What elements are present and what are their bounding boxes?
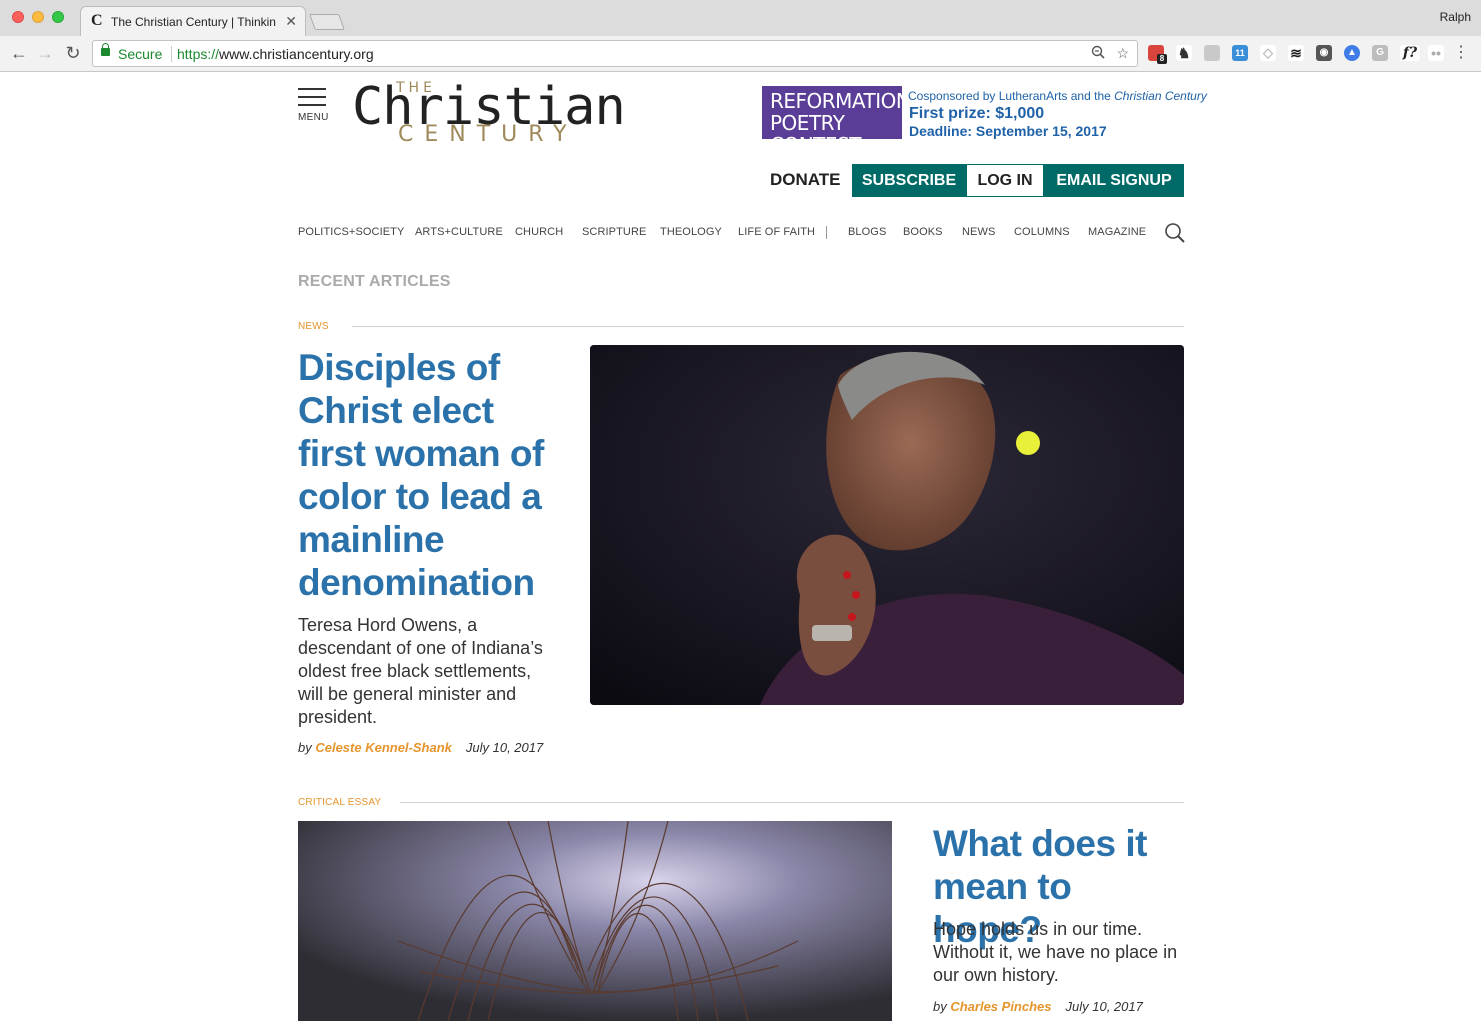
section-rule	[352, 326, 1184, 327]
nav-church[interactable]: CHURCH	[515, 226, 563, 238]
nav-arts-culture[interactable]: ARTS+CULTURE	[415, 226, 503, 238]
donate-link[interactable]: DONATE	[770, 170, 841, 190]
author-link[interactable]: Celeste Kennel-Shank	[315, 740, 452, 755]
reload-icon[interactable]: ↻	[62, 42, 84, 64]
site-favicon-icon: C	[91, 12, 103, 29]
poetry-contest-ad[interactable]: REFORMATION POETRY CONTEST Cosponsored b…	[762, 85, 1207, 156]
article-headline[interactable]: Disciples of Christ elect first woman of…	[298, 346, 560, 604]
close-window-button[interactable]	[12, 11, 24, 23]
hamburger-icon	[298, 88, 330, 106]
nav-divider	[826, 226, 827, 239]
nav-books[interactable]: BOOKS	[903, 226, 943, 238]
site-logo[interactable]: Christian THE CENTURY	[352, 78, 626, 150]
ad-prize: First prize: $1,000	[909, 105, 1045, 122]
nav-scripture[interactable]: SCRIPTURE	[582, 226, 646, 238]
calendar-extension-icon[interactable]: 11	[1232, 45, 1248, 61]
article-date: July 10, 2017	[465, 740, 544, 755]
author-link[interactable]: Charles Pinches	[950, 999, 1051, 1014]
url-text[interactable]: https://www.christiancentury.org	[177, 46, 374, 62]
ad-title-line1: REFORMATION	[770, 89, 911, 113]
back-arrow-icon[interactable]: ←	[8, 42, 30, 64]
login-button[interactable]: LOG IN	[966, 164, 1044, 197]
shield-extension-icon[interactable]: ◉	[1316, 45, 1332, 61]
forward-arrow-icon[interactable]: →	[34, 42, 56, 64]
profile-name[interactable]: Ralph	[1440, 10, 1471, 24]
minimize-window-button[interactable]	[32, 11, 44, 23]
ad-title-line2: POETRY CONTEST	[770, 111, 861, 157]
article-byline: by Charles Pinches July 10, 2017	[933, 999, 1143, 1014]
ad-cosponsor-pub: Christian Century	[1114, 89, 1207, 103]
maximize-window-button[interactable]	[52, 11, 64, 23]
evernote-extension-icon[interactable]: ♞	[1176, 45, 1192, 61]
tab-strip: C The Christian Century | Thinkin ✕ Ralp…	[0, 0, 1481, 36]
divider	[171, 46, 172, 62]
byline-prefix: by	[298, 740, 316, 755]
browser-toolbar: ← → ↻ Secure https://www.christiancentur…	[0, 36, 1481, 72]
url-scheme: https://	[177, 46, 220, 62]
tab-title: The Christian Century | Thinkin	[111, 15, 276, 29]
byline-prefix: by	[933, 999, 951, 1014]
url-host: www.christiancentury.org	[219, 46, 374, 62]
zoom-icon[interactable]	[1091, 45, 1105, 62]
menu-button[interactable]: MENU	[298, 88, 330, 123]
dots-extension-icon[interactable]: ••	[1428, 45, 1444, 61]
function-extension-icon[interactable]: f?	[1400, 45, 1420, 61]
browser-chrome: C The Christian Century | Thinkin ✕ Ralp…	[0, 0, 1481, 72]
lock-icon	[101, 43, 110, 56]
nav-arrow-extension-icon[interactable]: ▲	[1344, 45, 1360, 61]
article-dek: Teresa Hord Owens, a descendant of one o…	[298, 615, 543, 727]
nav-life-of-faith[interactable]: LIFE OF FAITH	[738, 226, 815, 238]
browser-tab[interactable]: C The Christian Century | Thinkin ✕	[80, 6, 306, 36]
article-kicker[interactable]: NEWS	[298, 321, 329, 332]
buffer-extension-icon[interactable]: ≋	[1288, 45, 1304, 61]
section-rule	[400, 802, 1184, 803]
section-title: RECENT ARTICLES	[298, 273, 451, 290]
nav-theology[interactable]: THEOLOGY	[660, 226, 722, 238]
article-dek: Hope holds us in our time. Without it, w…	[933, 919, 1178, 985]
nav-magazine[interactable]: MAGAZINE	[1088, 226, 1146, 238]
address-bar[interactable]: Secure https://www.christiancentury.org …	[92, 40, 1138, 67]
logo-the: THE	[396, 80, 436, 96]
article-date: July 10, 2017	[1065, 999, 1143, 1014]
article-photo[interactable]	[298, 821, 892, 1021]
bookmark-star-icon[interactable]: ☆	[1116, 45, 1129, 62]
main-nav: POLITICS+SOCIETY ARTS+CULTURE CHURCH SCR…	[298, 226, 1188, 242]
ad-cosponsor: Cosponsored by LutheranArts and the Chri…	[908, 89, 1207, 103]
nav-politics-society[interactable]: POLITICS+SOCIETY	[298, 226, 404, 238]
article-photo[interactable]	[590, 345, 1184, 705]
nav-columns[interactable]: COLUMNS	[1014, 226, 1070, 238]
ad-title-box: REFORMATION POETRY CONTEST	[762, 86, 911, 156]
subscribe-button[interactable]: SUBSCRIBE	[852, 164, 966, 197]
nav-news[interactable]: NEWS	[962, 226, 995, 238]
web-page: MENU Christian THE CENTURY REFORMATION P…	[0, 72, 1481, 1021]
extension-badge: 8	[1157, 54, 1167, 64]
new-tab-button[interactable]	[309, 14, 345, 30]
email-signup-button[interactable]: EMAIL SIGNUP	[1044, 164, 1184, 197]
grammarly-extension-icon[interactable]: G	[1372, 45, 1388, 61]
ad-cosponsor-prefix: Cosponsored by LutheranArts and the	[908, 89, 1115, 103]
search-icon[interactable]	[1164, 222, 1186, 244]
more-menu-icon[interactable]: ⋮	[1453, 45, 1469, 61]
ad-deadline: Deadline: September 15, 2017	[909, 123, 1107, 139]
article-kicker[interactable]: CRITICAL ESSAY	[298, 797, 381, 808]
tab-close-icon[interactable]: ✕	[285, 13, 297, 30]
todoist-extension-icon[interactable]: 8	[1148, 45, 1167, 64]
dropbox-extension-icon[interactable]: ◇	[1260, 45, 1276, 61]
menu-label: MENU	[298, 112, 329, 123]
secure-label: Secure	[118, 46, 163, 62]
pocket-extension-icon[interactable]	[1204, 45, 1220, 61]
logo-century: CENTURY	[398, 122, 578, 147]
nav-blogs[interactable]: BLOGS	[848, 226, 886, 238]
article-byline: by Celeste Kennel-Shank July 10, 2017	[298, 740, 543, 755]
